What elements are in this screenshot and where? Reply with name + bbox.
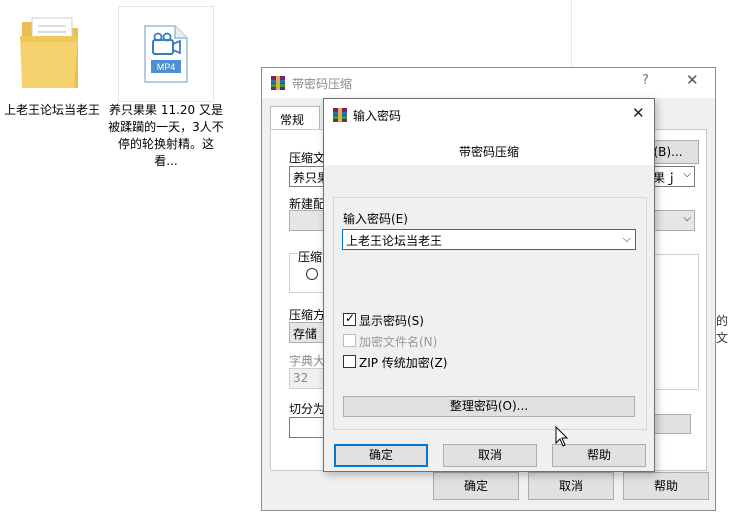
chevron-down-icon[interactable]: ⌵: [623, 232, 631, 246]
organize-passwords-button[interactable]: 整理密码(O)...: [343, 396, 635, 417]
dictionary-label: 字典大: [289, 354, 326, 368]
tab-general[interactable]: 常规: [270, 106, 320, 130]
help-button[interactable]: 帮助: [623, 472, 709, 500]
show-password-label[interactable]: 显示密码(S): [359, 312, 424, 329]
method-label: 压缩方: [289, 308, 326, 322]
zip-legacy-encryption-label[interactable]: ZIP 传统加密(Z): [359, 354, 447, 371]
dialog-title: 输入密码: [353, 109, 402, 123]
split-volumes-label: 切分为: [289, 402, 326, 416]
help-icon[interactable]: ?: [642, 73, 649, 88]
enter-password-dialog: 输入密码 ✕ 带密码压缩 输入密码(E) 上老王论坛当老王 ⌵ ✓ 显示密码(S…: [323, 98, 655, 472]
chevron-down-icon: ⌵: [683, 213, 691, 224]
mp4-file-label[interactable]: 养只果果 11.20 又是被蹂躏的一天，3人不停的轮换射精。这看...: [108, 102, 224, 170]
password-label: 输入密码(E): [343, 212, 408, 226]
password-value: 上老王论坛当老王: [346, 234, 443, 248]
mp4-badge: MP4: [157, 62, 176, 72]
encrypt-filenames-label[interactable]: 加密文件名(N): [359, 333, 437, 350]
cancel-button[interactable]: 取消: [443, 444, 537, 467]
checkmark-icon: ✓: [345, 311, 356, 325]
mouse-cursor-icon: [555, 426, 569, 447]
ok-button[interactable]: 确定: [433, 472, 519, 500]
window-title: 带密码压缩: [292, 77, 353, 91]
folder-label[interactable]: 上老王论坛当老王: [4, 102, 100, 119]
archive-name-label: 压缩文: [289, 151, 326, 165]
radio-button[interactable]: [306, 268, 318, 280]
winrar-icon: [271, 76, 285, 90]
zip-legacy-encryption-checkbox[interactable]: [343, 355, 356, 368]
close-icon[interactable]: ✕: [686, 71, 699, 89]
archiving-options-group: [653, 254, 699, 390]
compression-group-label: 压缩: [298, 248, 323, 265]
cancel-button[interactable]: 取消: [528, 472, 614, 500]
background-text-fragment: 的文: [716, 314, 729, 345]
show-password-checkbox[interactable]: ✓: [343, 311, 356, 326]
window-titlebar[interactable]: 带密码压缩 ? ✕: [262, 68, 715, 98]
encrypt-filenames-checkbox[interactable]: [343, 334, 356, 347]
dialog-titlebar[interactable]: 输入密码 ✕: [324, 99, 654, 130]
folder-icon[interactable]: [18, 12, 82, 96]
close-icon[interactable]: ✕: [632, 104, 645, 122]
video-file-icon[interactable]: MP4: [143, 24, 189, 84]
chevron-down-icon: ⌵: [683, 169, 691, 180]
winrar-icon: [333, 108, 347, 122]
ok-button[interactable]: 确定: [334, 444, 428, 467]
column-divider: [571, 0, 572, 68]
dialog-header: 带密码压缩: [324, 130, 654, 165]
password-input[interactable]: 上老王论坛当老王 ⌵: [342, 229, 636, 250]
dialog-header-text: 带密码压缩: [458, 145, 519, 159]
